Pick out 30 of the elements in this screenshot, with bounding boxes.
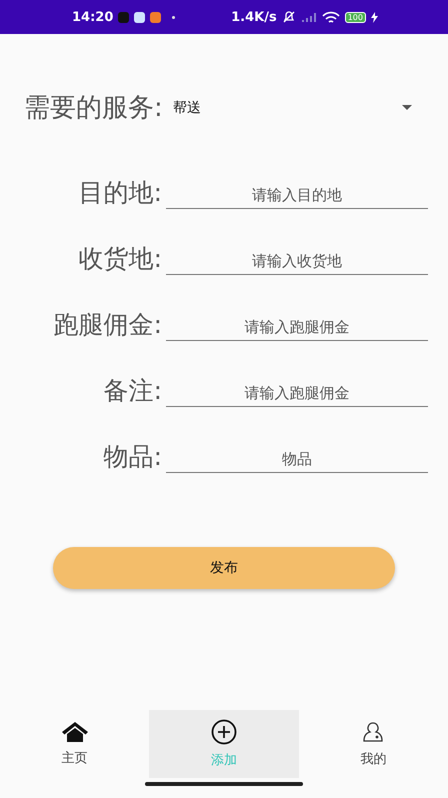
network-speed: 1.4K/s bbox=[231, 10, 277, 24]
input-field[interactable]: 请输入收货地 bbox=[166, 248, 428, 275]
wifi-icon bbox=[322, 10, 340, 24]
input-field[interactable]: 物品 bbox=[166, 446, 428, 473]
app-icon bbox=[134, 12, 146, 22]
field-label: 目的地: bbox=[78, 177, 162, 209]
nav-tab[interactable]: 主页 bbox=[0, 710, 150, 778]
input-field[interactable]: 请输入跑腿佣金 bbox=[166, 314, 428, 341]
battery-indicator: 100 bbox=[344, 12, 366, 22]
publish-button[interactable]: 发布 bbox=[53, 547, 395, 589]
clock: 14:20 bbox=[72, 10, 114, 24]
input-field[interactable]: 请输入跑腿佣金 bbox=[166, 380, 428, 407]
field-label: 备注: bbox=[102, 375, 162, 407]
charging-icon bbox=[371, 12, 378, 22]
service-dropdown[interactable]: 帮送 bbox=[162, 94, 412, 120]
dot-icon bbox=[172, 16, 176, 18]
home-icon bbox=[60, 721, 89, 743]
app-icon bbox=[150, 12, 162, 22]
user-icon bbox=[361, 720, 386, 744]
app-icon bbox=[118, 12, 130, 22]
nav-tab[interactable]: 我的 bbox=[298, 710, 448, 778]
field-label: 跑腿佣金: bbox=[52, 309, 162, 341]
signal-icon bbox=[300, 12, 317, 22]
add-circle-icon bbox=[210, 719, 237, 745]
bell-off-icon bbox=[282, 10, 296, 24]
field-label: 物品: bbox=[102, 441, 162, 473]
field-label: 收货地: bbox=[78, 243, 162, 275]
caret-icon bbox=[402, 104, 412, 110]
service-label: 需要的服务: bbox=[24, 92, 163, 125]
input-field[interactable]: 请输入目的地 bbox=[166, 182, 428, 209]
